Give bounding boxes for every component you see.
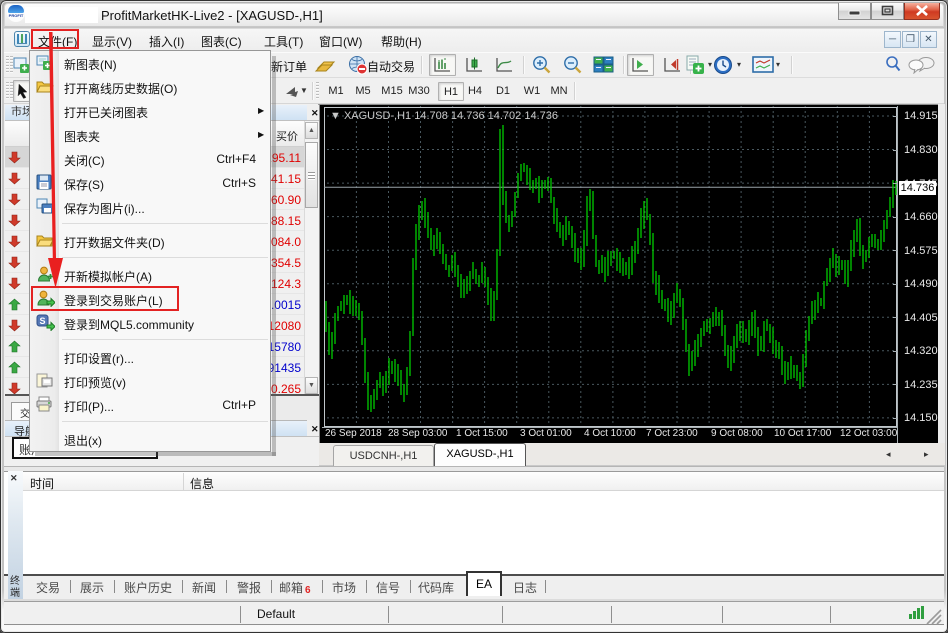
- svg-text:S: S: [39, 316, 45, 326]
